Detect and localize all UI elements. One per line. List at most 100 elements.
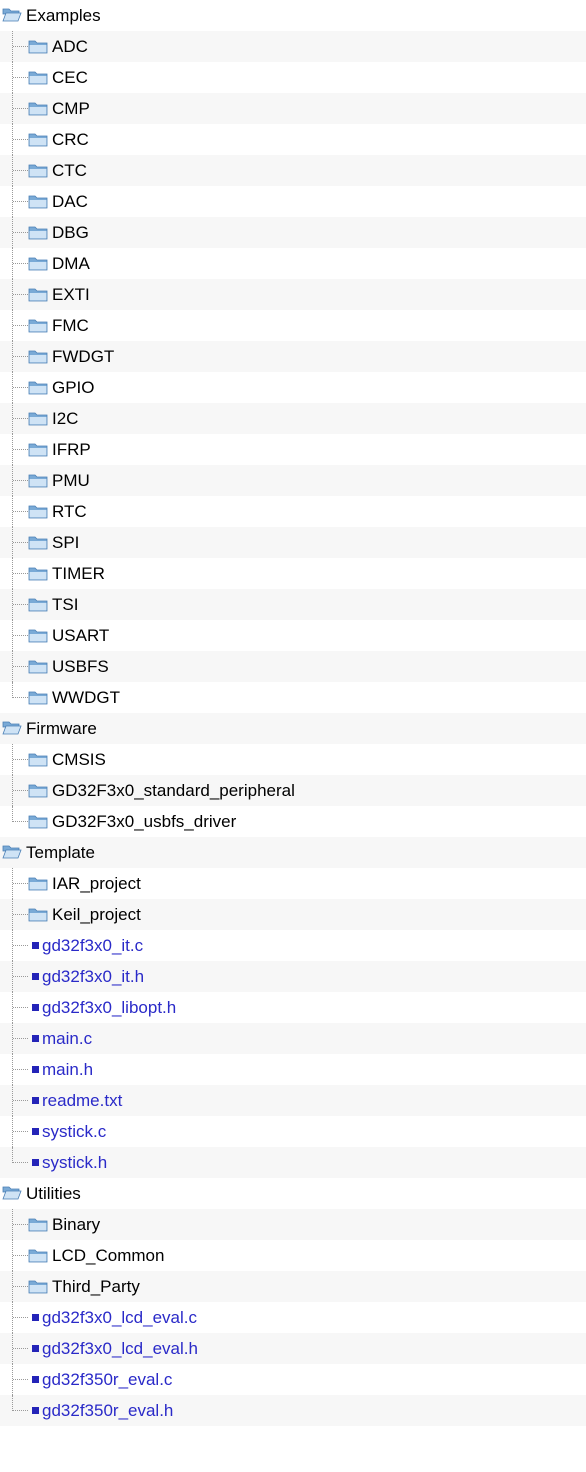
tree-item-label: CEC [52, 68, 88, 87]
tree-folder-wwdgt[interactable]: WWDGT [0, 682, 586, 713]
tree-branch-line [13, 821, 28, 822]
folder-icon [28, 783, 48, 798]
tree-file-gd32f350r-eval-h[interactable]: gd32f350r_eval.h [0, 1395, 586, 1426]
tree-item-label: Third_Party [52, 1277, 140, 1296]
tree-item-label[interactable]: main.h [42, 1054, 93, 1085]
tree-guide-line [12, 1395, 13, 1411]
tree-file-gd32f350r-eval-c[interactable]: gd32f350r_eval.c [0, 1364, 586, 1395]
tree-folder-tsi[interactable]: TSI [0, 589, 586, 620]
tree-folder-third-party[interactable]: Third_Party [0, 1271, 586, 1302]
tree-item-label: WWDGT [52, 688, 120, 707]
tree-item-label: DMA [52, 254, 90, 273]
tree-branch-line [13, 201, 28, 202]
tree-item-label[interactable]: main.c [42, 1023, 92, 1054]
tree-folder-iar-project[interactable]: IAR_project [0, 868, 586, 899]
tree-file-main-h[interactable]: main.h [0, 1054, 586, 1085]
tree-item-label[interactable]: gd32f3x0_libopt.h [42, 992, 176, 1023]
folder-icon [28, 39, 48, 54]
tree-item-label[interactable]: gd32f3x0_lcd_eval.h [42, 1333, 198, 1364]
tree-file-readme-txt[interactable]: readme.txt [0, 1085, 586, 1116]
tree-item-label: ADC [52, 37, 88, 56]
tree-item-label[interactable]: gd32f3x0_it.c [42, 930, 143, 961]
tree-item-label[interactable]: systick.h [42, 1147, 107, 1178]
tree-item-label: Firmware [26, 719, 97, 738]
tree-folder-spi[interactable]: SPI [0, 527, 586, 558]
folder-icon [28, 535, 48, 550]
folder-icon [28, 194, 48, 209]
tree-branch-line [13, 139, 28, 140]
tree-folder-exti[interactable]: EXTI [0, 279, 586, 310]
tree-item-label[interactable]: gd32f3x0_lcd_eval.c [42, 1302, 197, 1333]
tree-item-label: EXTI [52, 285, 90, 304]
tree-folder-i2c[interactable]: I2C [0, 403, 586, 434]
tree-folder-rtc[interactable]: RTC [0, 496, 586, 527]
tree-folder-binary[interactable]: Binary [0, 1209, 586, 1240]
tree-file-gd32f3x0-it-c[interactable]: gd32f3x0_it.c [0, 930, 586, 961]
folder-icon [28, 132, 48, 147]
tree-branch-line [13, 1255, 28, 1256]
tree-folder-dma[interactable]: DMA [0, 248, 586, 279]
folder-icon [28, 566, 48, 581]
tree-item-label[interactable]: gd32f350r_eval.c [42, 1364, 172, 1395]
tree-branch-line [13, 945, 28, 946]
tree-item-label[interactable]: readme.txt [42, 1085, 122, 1116]
folder-icon [28, 287, 48, 302]
tree-folder-ifrp[interactable]: IFRP [0, 434, 586, 465]
tree-folder-dbg[interactable]: DBG [0, 217, 586, 248]
tree-folder-pmu[interactable]: PMU [0, 465, 586, 496]
tree-folder-timer[interactable]: TIMER [0, 558, 586, 589]
tree-item-label: CTC [52, 161, 87, 180]
file-bullet-icon [32, 942, 39, 949]
tree-folder-fwdgt[interactable]: FWDGT [0, 341, 586, 372]
tree-folder-keil-project[interactable]: Keil_project [0, 899, 586, 930]
tree-branch-line [13, 356, 28, 357]
tree-item-label[interactable]: systick.c [42, 1116, 106, 1147]
tree-folder-dac[interactable]: DAC [0, 186, 586, 217]
tree-folder-crc[interactable]: CRC [0, 124, 586, 155]
tree-folder-ctc[interactable]: CTC [0, 155, 586, 186]
tree-folder-adc[interactable]: ADC [0, 31, 586, 62]
tree-branch-line [13, 914, 28, 915]
tree-file-gd32f3x0-it-h[interactable]: gd32f3x0_it.h [0, 961, 586, 992]
tree-folder-firmware[interactable]: Firmware [0, 713, 586, 744]
tree-branch-line [13, 232, 28, 233]
tree-item-label: Utilities [26, 1184, 81, 1203]
tree-folder-fmc[interactable]: FMC [0, 310, 586, 341]
tree-folder-cmsis[interactable]: CMSIS [0, 744, 586, 775]
tree-file-systick-h[interactable]: systick.h [0, 1147, 586, 1178]
tree-item-label[interactable]: gd32f3x0_it.h [42, 961, 144, 992]
tree-folder-utilities[interactable]: Utilities [0, 1178, 586, 1209]
tree-folder-examples[interactable]: Examples [0, 0, 586, 31]
folder-icon [28, 752, 48, 767]
tree-item-label: CMSIS [52, 750, 106, 769]
tree-item-label: GPIO [52, 378, 95, 397]
folder-open-icon [2, 7, 22, 23]
tree-folder-cec[interactable]: CEC [0, 62, 586, 93]
tree-file-main-c[interactable]: main.c [0, 1023, 586, 1054]
tree-folder-cmp[interactable]: CMP [0, 93, 586, 124]
tree-branch-line [13, 108, 28, 109]
tree-folder-usbfs[interactable]: USBFS [0, 651, 586, 682]
tree-file-systick-c[interactable]: systick.c [0, 1116, 586, 1147]
tree-branch-line [13, 325, 28, 326]
tree-file-gd32f3x0-lcd-eval-h[interactable]: gd32f3x0_lcd_eval.h [0, 1333, 586, 1364]
tree-branch-line [13, 635, 28, 636]
tree-item-label: USBFS [52, 657, 109, 676]
folder-icon [28, 876, 48, 891]
tree-item-label: PMU [52, 471, 90, 490]
tree-file-gd32f3x0-libopt-h[interactable]: gd32f3x0_libopt.h [0, 992, 586, 1023]
tree-file-gd32f3x0-lcd-eval-c[interactable]: gd32f3x0_lcd_eval.c [0, 1302, 586, 1333]
file-bullet-icon [32, 1159, 39, 1166]
tree-folder-lcd-common[interactable]: LCD_Common [0, 1240, 586, 1271]
tree-folder-gpio[interactable]: GPIO [0, 372, 586, 403]
tree-branch-line [13, 790, 28, 791]
tree-item-label[interactable]: gd32f350r_eval.h [42, 1395, 173, 1426]
tree-folder-gd32f3x0-usbfs-driver[interactable]: GD32F3x0_usbfs_driver [0, 806, 586, 837]
tree-folder-template[interactable]: Template [0, 837, 586, 868]
tree-branch-line [13, 573, 28, 574]
tree-folder-usart[interactable]: USART [0, 620, 586, 651]
tree-branch-line [13, 77, 28, 78]
tree-item-label: Keil_project [52, 905, 141, 924]
tree-folder-gd32f3x0-standard-peripheral[interactable]: GD32F3x0_standard_peripheral [0, 775, 586, 806]
folder-open-icon [2, 1185, 22, 1201]
